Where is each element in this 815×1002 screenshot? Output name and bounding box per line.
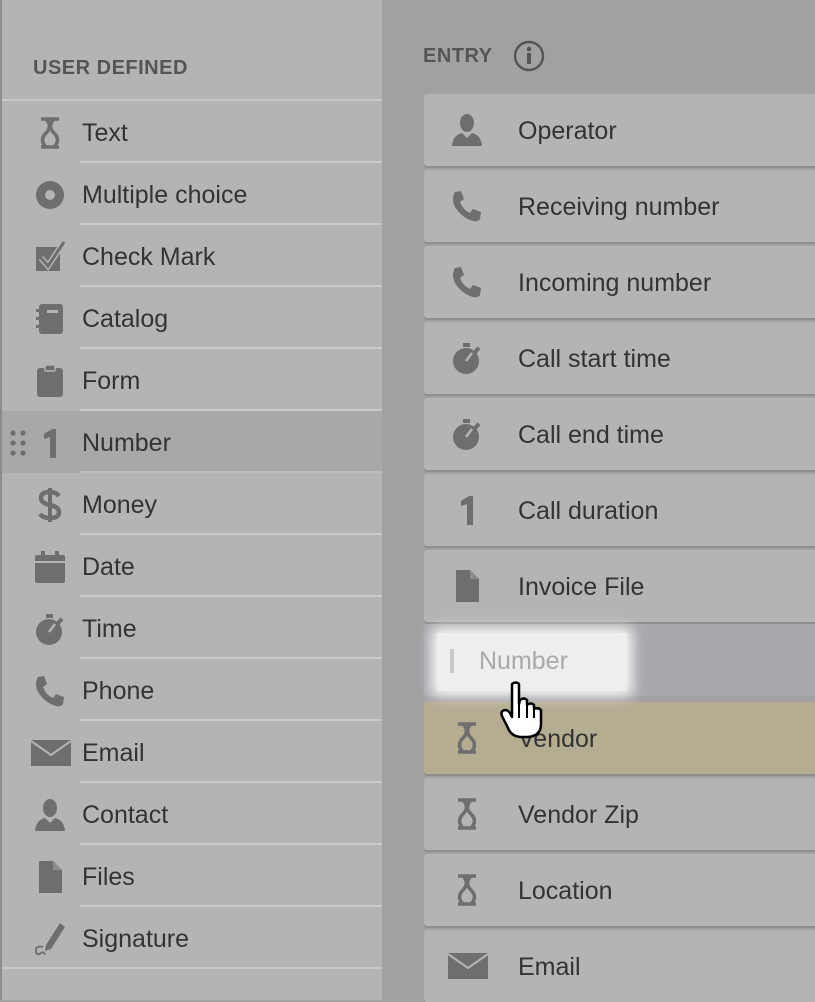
phone-icon <box>448 188 486 224</box>
stopwatch-icon <box>448 340 486 376</box>
drag-handle-icon[interactable] <box>9 429 29 457</box>
field-type-email[interactable]: Email <box>2 721 382 783</box>
info-icon[interactable] <box>513 40 545 72</box>
entry-label: Vendor Zip <box>518 801 639 829</box>
dollar-icon <box>32 488 68 522</box>
entry-label: Location <box>518 877 613 905</box>
entry-label: Operator <box>518 117 617 145</box>
entry-receiving-number[interactable]: Receiving number <box>424 170 815 242</box>
entry-vendor[interactable]: Vendor <box>424 702 815 774</box>
entry-call-start-time[interactable]: Call start time <box>424 322 815 394</box>
divider <box>2 967 382 969</box>
field-type-label: Check Mark <box>82 243 216 271</box>
entry-label: Invoice File <box>518 573 645 601</box>
signature-icon <box>32 922 68 956</box>
radio-icon <box>32 178 68 212</box>
drag-ghost-label: Number <box>479 647 568 675</box>
entry-location[interactable]: Location <box>424 854 815 926</box>
field-type-check-mark[interactable]: Check Mark <box>2 225 382 287</box>
entry-call-end-time[interactable]: Call end time <box>424 398 815 470</box>
field-type-date[interactable]: Date <box>2 535 382 597</box>
field-type-label: Signature <box>82 925 190 953</box>
entry-label: Incoming number <box>518 269 712 297</box>
entry-label: Email <box>518 953 581 981</box>
field-type-label: Date <box>82 553 135 581</box>
field-type-files[interactable]: Files <box>2 845 382 907</box>
person-icon <box>32 798 68 832</box>
entry-incoming-number[interactable]: Incoming number <box>424 246 815 318</box>
user-defined-heading: USER DEFINED <box>33 57 188 79</box>
field-type-money[interactable]: Money <box>2 473 382 535</box>
field-type-text[interactable]: Text <box>2 101 382 163</box>
entry-vendor-zip[interactable]: Vendor Zip <box>424 778 815 850</box>
number-icon <box>32 426 68 460</box>
catalog-icon <box>32 302 68 336</box>
envelope-icon <box>446 948 490 984</box>
file-icon <box>448 568 486 604</box>
phone-icon <box>32 674 68 708</box>
field-type-label: Contact <box>82 801 169 829</box>
field-type-time[interactable]: Time <box>2 597 382 659</box>
field-type-signature[interactable]: Signature <box>2 907 382 969</box>
field-type-label: Phone <box>82 677 155 705</box>
field-type-label: Number <box>82 429 171 457</box>
entry-label: Call start time <box>518 345 671 373</box>
phone-icon <box>448 264 486 300</box>
entry-invoice-file[interactable]: Invoice File <box>424 550 815 622</box>
hand-pointer-cursor-icon <box>496 680 548 740</box>
field-type-label: Files <box>82 863 135 891</box>
field-type-phone[interactable]: Phone <box>2 659 382 721</box>
entry-operator[interactable]: Operator <box>424 94 815 166</box>
field-type-label: Catalog <box>82 305 169 333</box>
entry-label: Receiving number <box>518 193 720 221</box>
field-type-catalog[interactable]: Catalog <box>2 287 382 349</box>
field-type-multiple-choice[interactable]: Multiple choice <box>2 163 382 225</box>
stopwatch-icon <box>448 416 486 452</box>
field-type-label: Text <box>82 119 128 147</box>
text-field-icon <box>448 872 486 908</box>
clipboard-icon <box>32 364 68 398</box>
text-field-icon <box>32 116 68 150</box>
calendar-icon <box>32 550 68 584</box>
entry-email[interactable]: Email <box>424 930 815 1002</box>
person-icon <box>448 112 486 148</box>
field-type-contact[interactable]: Contact <box>2 783 382 845</box>
number-icon <box>448 492 486 528</box>
field-type-form[interactable]: Form <box>2 349 382 411</box>
file-icon <box>32 860 68 894</box>
entry-label: Call duration <box>518 497 659 525</box>
field-type-label: Multiple choice <box>82 181 248 209</box>
field-type-number[interactable]: Number <box>2 411 382 473</box>
entry-label: Call end time <box>518 421 664 449</box>
number-icon <box>447 647 455 675</box>
entry-heading: ENTRY <box>423 45 493 67</box>
envelope-icon <box>30 736 72 770</box>
field-type-label: Money <box>82 491 158 519</box>
text-field-icon <box>448 796 486 832</box>
field-type-label: Email <box>82 739 145 767</box>
checkbox-icon <box>32 240 68 274</box>
field-type-label: Form <box>82 367 141 395</box>
stopwatch-icon <box>32 612 68 646</box>
text-field-icon <box>448 720 486 756</box>
entry-call-duration[interactable]: Call duration <box>424 474 815 546</box>
field-type-label: Time <box>82 615 137 643</box>
